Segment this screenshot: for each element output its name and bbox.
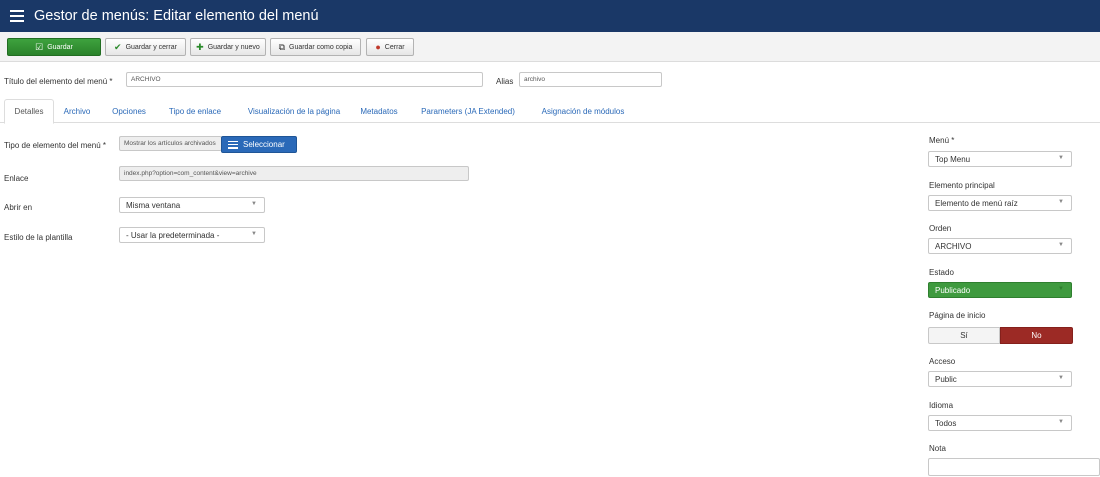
order-select[interactable]: ARCHIVO ▼ <box>928 238 1072 254</box>
menu-select[interactable]: Top Menu ▼ <box>928 151 1072 167</box>
chevron-down-icon: ▼ <box>1058 199 1064 205</box>
note-label: Nota <box>929 444 946 453</box>
save-copy-label: Guardar como copia <box>289 43 353 51</box>
open-in-label: Abrir en <box>4 203 33 212</box>
check-icon: ✔ <box>114 41 122 52</box>
order-label: Orden <box>929 224 952 233</box>
save-close-button[interactable]: ✔ Guardar y cerrar <box>105 38 186 56</box>
template-style-value: - Usar la predeterminada - <box>126 230 220 240</box>
template-style-label: Estilo de la plantilla <box>4 233 73 242</box>
access-label: Acceso <box>929 357 956 366</box>
title-label: Título del elemento del menú * <box>4 77 113 86</box>
chevron-down-icon: ▼ <box>1058 155 1064 161</box>
access-select[interactable]: Public ▼ <box>928 371 1072 387</box>
template-style-select[interactable]: - Usar la predeterminada - ▼ <box>119 227 265 243</box>
close-circle-icon: ● <box>375 41 381 52</box>
language-value: Todos <box>935 418 957 428</box>
status-value: Publicado <box>935 285 971 295</box>
select-type-button[interactable]: Seleccionar <box>221 136 297 153</box>
close-label: Cerrar <box>384 43 405 51</box>
chevron-down-icon: ▼ <box>1058 419 1064 425</box>
select-type-label: Seleccionar <box>243 140 285 149</box>
save-new-label: Guardar y nuevo <box>207 43 260 51</box>
status-select[interactable]: Publicado ▼ <box>928 282 1072 298</box>
tab-archivo[interactable]: Archivo <box>56 99 98 123</box>
menu-label: Menú * <box>929 136 955 145</box>
link-label: Enlace <box>4 174 29 183</box>
alias-input[interactable]: archivo <box>519 72 662 87</box>
copy-icon: ⧉ <box>278 41 285 52</box>
list-icon <box>228 140 238 149</box>
home-no-button[interactable]: No <box>1000 327 1073 344</box>
save-close-label: Guardar y cerrar <box>125 43 177 51</box>
chevron-down-icon: ▼ <box>251 201 257 207</box>
chevron-down-icon: ▼ <box>1058 242 1064 248</box>
save-new-button[interactable]: ✚ Guardar y nuevo <box>190 38 266 56</box>
save-copy-button[interactable]: ⧉ Guardar como copia <box>270 38 361 56</box>
plus-icon: ✚ <box>196 41 204 52</box>
menu-value: Top Menu <box>935 154 971 164</box>
language-select[interactable]: Todos ▼ <box>928 415 1072 431</box>
close-button[interactable]: ● Cerrar <box>366 38 414 56</box>
toolbar: ☑ Guardar ✔ Guardar y cerrar ✚ Guardar y… <box>0 32 1100 62</box>
tab-detalles[interactable]: Detalles <box>4 99 54 124</box>
tab-asignacion-modulos[interactable]: Asignación de módulos <box>534 99 632 123</box>
tab-tipo-enlace[interactable]: Tipo de enlace <box>160 99 230 123</box>
home-page-toggle: Sí No <box>928 327 1073 344</box>
save-button[interactable]: ☑ Guardar <box>7 38 101 56</box>
note-input[interactable] <box>928 458 1100 476</box>
title-input[interactable]: ARCHIVO <box>126 72 483 87</box>
chevron-down-icon: ▼ <box>1058 286 1064 292</box>
open-in-value: Misma ventana <box>126 200 181 210</box>
home-page-label: Página de inicio <box>929 311 986 320</box>
chevron-down-icon: ▼ <box>1058 375 1064 381</box>
status-label: Estado <box>929 268 954 277</box>
tab-metadatos[interactable]: Metadatos <box>354 99 404 123</box>
parent-item-value: Elemento de menú raíz <box>935 198 1018 208</box>
menu-list-icon <box>10 10 24 22</box>
language-label: Idioma <box>929 401 954 410</box>
parent-item-select[interactable]: Elemento de menú raíz ▼ <box>928 195 1072 211</box>
link-field: index.php?option=com_content&view=archiv… <box>119 166 469 181</box>
access-value: Public <box>935 374 957 384</box>
page-title: Gestor de menús: Editar elemento del men… <box>34 8 319 24</box>
page-header: Gestor de menús: Editar elemento del men… <box>0 0 1100 32</box>
tab-bar: Detalles Archivo Opciones Tipo de enlace… <box>0 99 1100 124</box>
tab-opciones[interactable]: Opciones <box>104 99 154 123</box>
tab-visualizacion[interactable]: Visualización de la página <box>236 99 352 123</box>
menu-item-type-field: Mostrar los artículos archivados <box>119 136 222 151</box>
home-yes-button[interactable]: Sí <box>928 327 1000 344</box>
open-in-select[interactable]: Misma ventana ▼ <box>119 197 265 213</box>
save-label: Guardar <box>47 43 73 51</box>
tab-parameters[interactable]: Parameters (JA Extended) <box>412 99 524 123</box>
chevron-down-icon: ▼ <box>251 231 257 237</box>
parent-item-label: Elemento principal <box>929 181 995 190</box>
save-icon: ☑ <box>35 41 44 52</box>
alias-label: Alias <box>496 77 514 86</box>
menu-item-type-label: Tipo de elemento del menú * <box>4 141 106 150</box>
order-value: ARCHIVO <box>935 241 972 251</box>
